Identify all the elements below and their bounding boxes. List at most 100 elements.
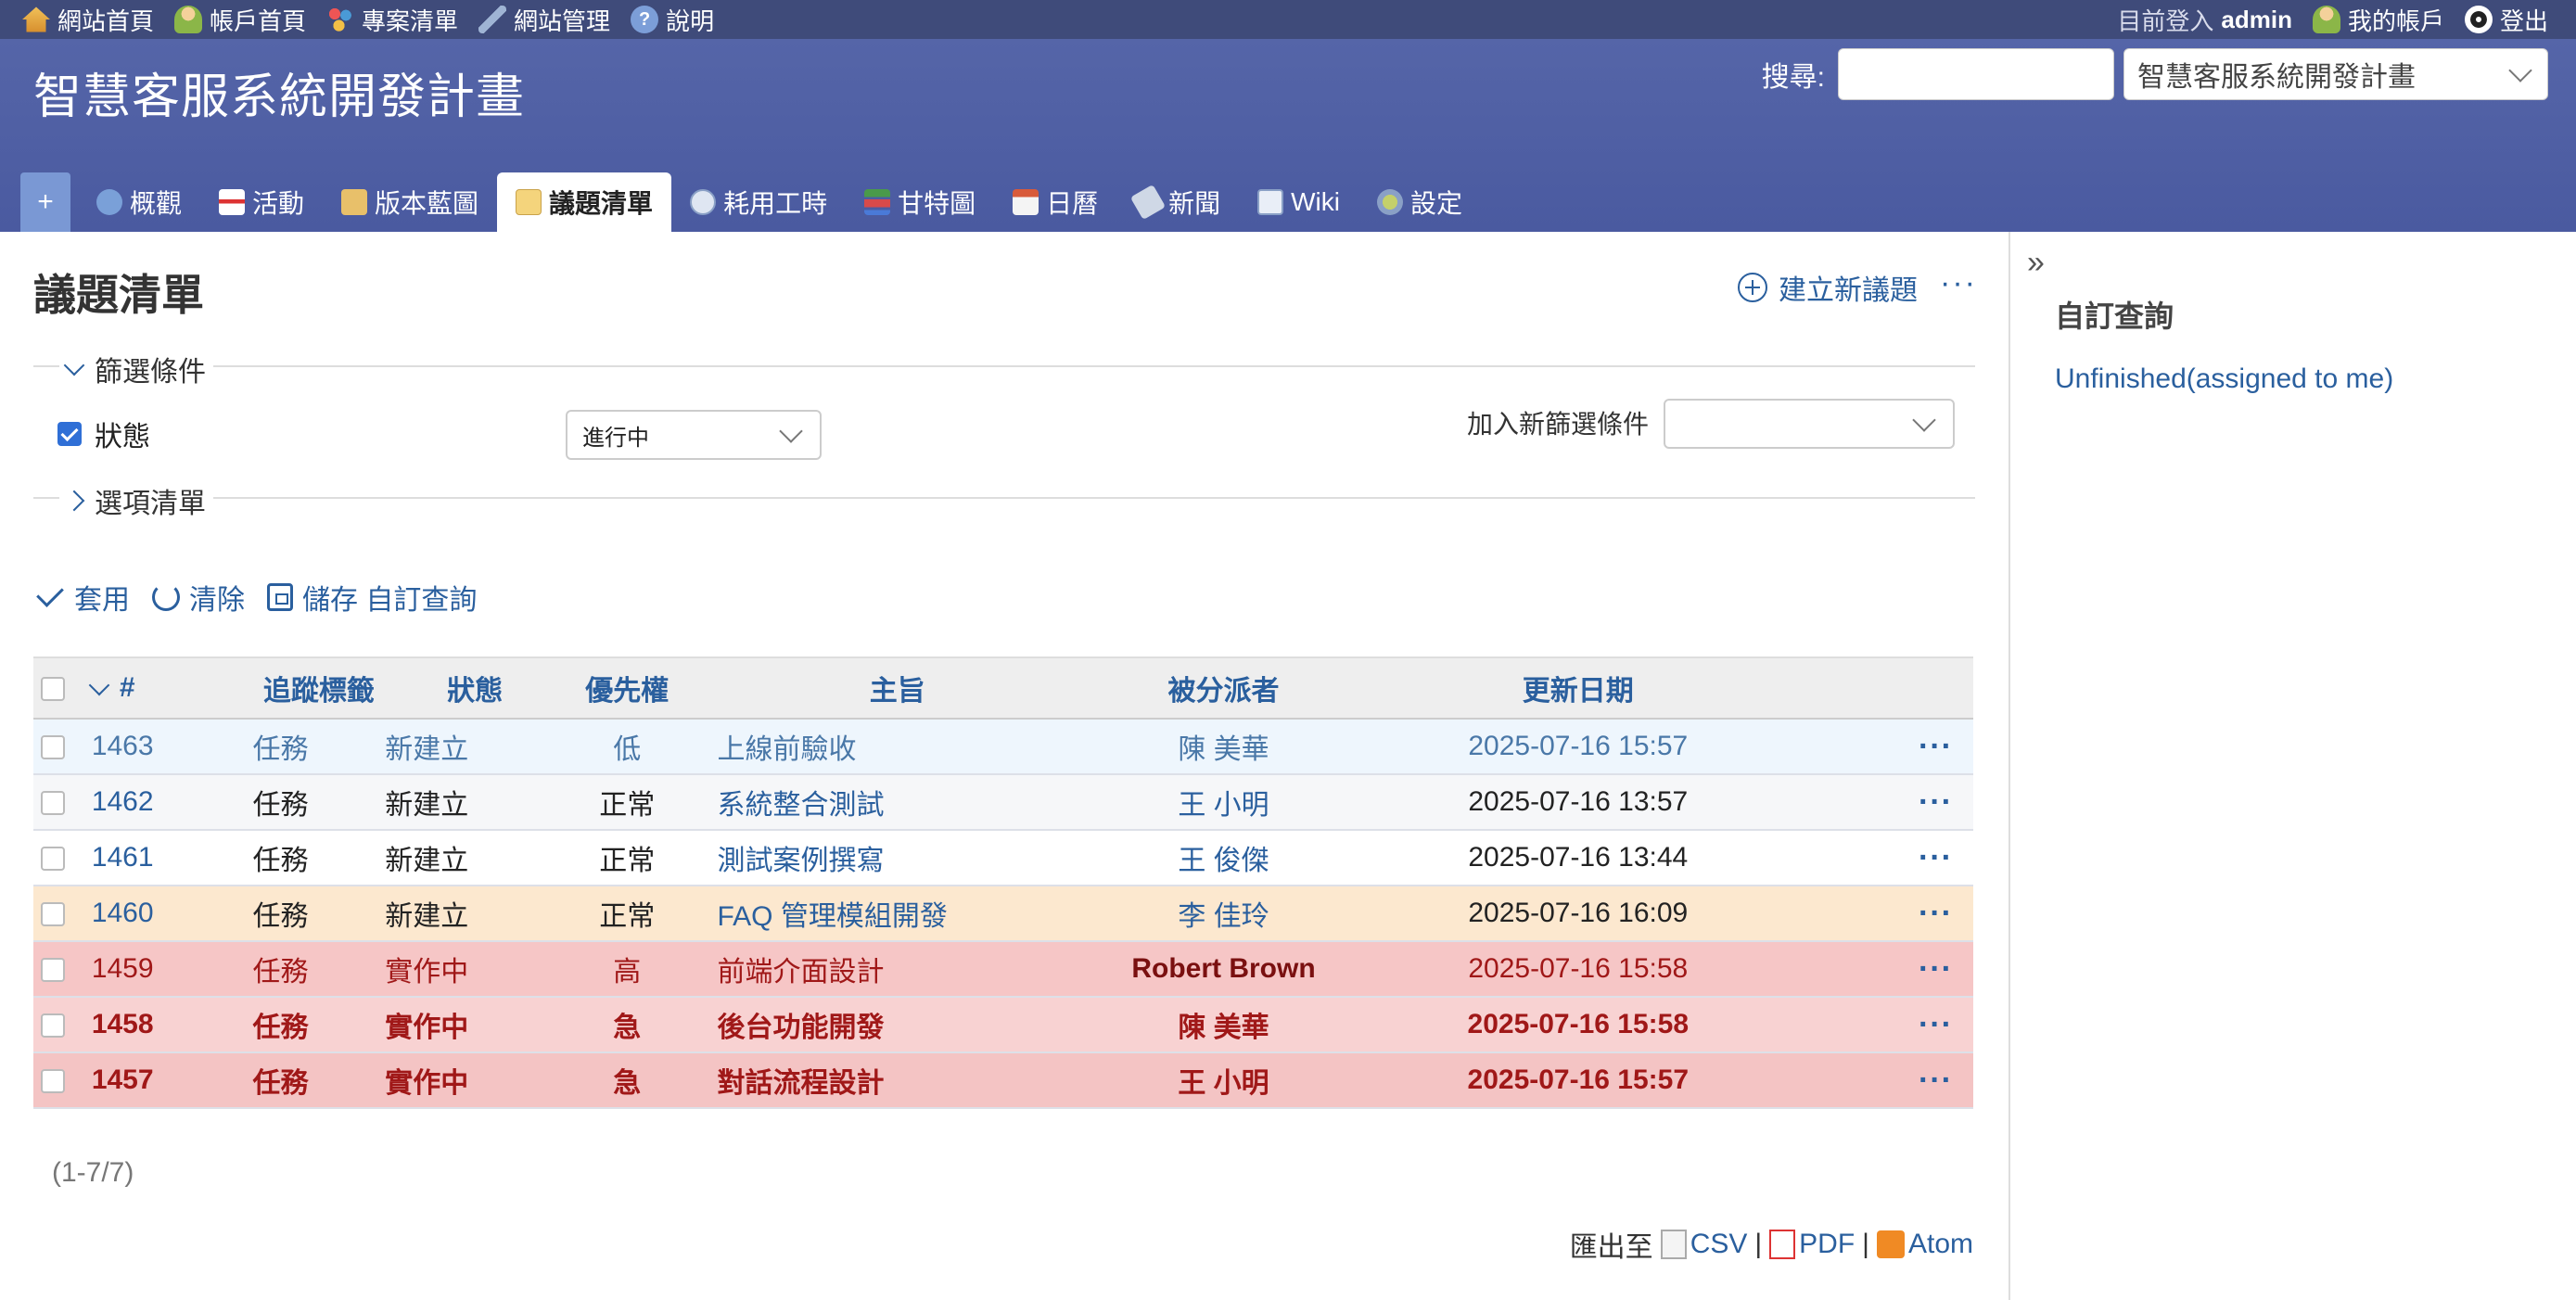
status-operator-select[interactable]: 進行中 <box>566 410 822 460</box>
row-actions-button[interactable]: ··· <box>1815 941 1973 997</box>
tab-roadmap[interactable]: 版本藍圖 <box>323 172 497 232</box>
tab-news[interactable]: 新聞 <box>1116 172 1239 232</box>
sidebar-toggle-button[interactable]: » <box>2027 245 2045 281</box>
tab-settings[interactable]: 設定 <box>1358 172 1481 232</box>
issue-subject-link[interactable]: 前端介面設計 <box>690 941 1106 997</box>
issue-id-link[interactable]: 1459 <box>73 941 253 997</box>
issue-updated[interactable]: 2025-07-16 16:09 <box>1342 886 1815 941</box>
tab-new-object[interactable]: + <box>20 172 70 232</box>
row-checkbox[interactable] <box>33 941 73 997</box>
new-issue-link[interactable]: 建立新議題 <box>1738 267 1918 308</box>
issue-id-link[interactable]: 1460 <box>73 886 253 941</box>
issue-subject-link[interactable]: 系統整合測試 <box>690 774 1106 830</box>
row-actions-button[interactable]: ··· <box>1815 997 1973 1052</box>
row-actions-button[interactable]: ··· <box>1815 830 1973 886</box>
table-row[interactable]: 1462 任務 新建立 正常 系統整合測試王 小明 2025-07-16 13:57 ··· <box>33 774 1973 830</box>
tab-calendar[interactable]: 日曆 <box>994 172 1116 232</box>
status-filter-checkbox[interactable] <box>57 422 82 446</box>
top-link-logout[interactable]: 登出 <box>2464 3 2548 37</box>
tab-issues[interactable]: 議題清單 <box>497 172 672 232</box>
add-filter-select[interactable] <box>1664 399 1955 449</box>
row-checkbox[interactable] <box>33 774 73 830</box>
table-row[interactable]: 1460 任務 新建立 正常 FAQ 管理模組開發李 佳玲 2025-07-16 16:0… <box>33 886 1973 941</box>
column-header-assignee[interactable]: 被分派者 <box>1105 656 1342 720</box>
activity-icon <box>219 189 246 215</box>
row-checkbox[interactable] <box>33 719 73 774</box>
top-link-home[interactable]: 網站首頁 <box>22 3 154 37</box>
row-checkbox[interactable] <box>33 886 73 941</box>
column-header-subject[interactable]: 主旨 <box>689 656 1106 720</box>
sidebar-query-link[interactable]: Unfinished(assigned to me) <box>2055 363 2393 395</box>
issue-assignee-link[interactable]: 王 小明 <box>1105 1052 1342 1108</box>
issue-updated[interactable]: 2025-07-16 15:57 <box>1342 719 1815 774</box>
row-checkbox[interactable] <box>33 997 73 1052</box>
issue-updated[interactable]: 2025-07-16 15:58 <box>1342 997 1815 1052</box>
issue-subject-link[interactable]: FAQ 管理模組開發 <box>690 886 1106 941</box>
row-checkbox[interactable] <box>33 830 73 886</box>
search-input[interactable] <box>1838 48 2114 100</box>
row-actions-button[interactable]: ··· <box>1815 886 1973 941</box>
row-actions-button[interactable]: ··· <box>1815 774 1973 830</box>
export-separator: | <box>1754 1229 1763 1259</box>
issue-status: 新建立 <box>385 734 469 765</box>
column-header-id[interactable]: # <box>72 656 253 720</box>
issue-id-link[interactable]: 1462 <box>73 774 253 830</box>
top-link-projects[interactable]: 專案清單 <box>326 3 458 37</box>
table-row[interactable]: 1461 任務 新建立 正常 測試案例撰寫王 俊傑 2025-07-16 13:44 ··· <box>33 830 1973 886</box>
row-actions-button[interactable]: ··· <box>1815 1052 1973 1108</box>
clear-button[interactable]: 清除 <box>152 577 245 618</box>
sidebar: » 自訂查詢 Unfinished(assigned to me) <box>2009 232 2576 1300</box>
tab-time-entries[interactable]: 耗用工時 <box>671 172 846 232</box>
options-legend[interactable]: 選項清單 <box>59 480 213 521</box>
issue-subject-link[interactable]: 上線前驗收 <box>690 719 1106 774</box>
top-link-my-page[interactable]: 帳戶首頁 <box>174 3 306 37</box>
export-csv-link[interactable]: CSV <box>1660 1229 1747 1260</box>
issue-subject-link[interactable]: 測試案例撰寫 <box>690 830 1106 886</box>
issue-assignee-link[interactable]: 陳 美華 <box>1105 719 1342 774</box>
issue-assignee-link[interactable]: 李 佳玲 <box>1105 886 1342 941</box>
issue-updated[interactable]: 2025-07-16 15:58 <box>1342 941 1815 997</box>
issue-assignee-link[interactable]: Robert Brown <box>1105 941 1342 997</box>
apply-button[interactable]: 套用 <box>36 577 130 618</box>
issue-assignee-link[interactable]: 陳 美華 <box>1105 997 1342 1052</box>
issue-id-link[interactable]: 1457 <box>73 1052 253 1108</box>
table-row[interactable]: 1458 任務 實作中 急 後台功能開發陳 美華 2025-07-16 15:58 ··· <box>33 997 1973 1052</box>
top-link-my-account[interactable]: 我的帳戶 <box>2312 3 2444 37</box>
issue-updated[interactable]: 2025-07-16 15:57 <box>1342 1052 1815 1108</box>
export-pdf-link[interactable]: PDF <box>1769 1229 1855 1260</box>
column-header-priority[interactable]: 優先權 <box>564 656 690 720</box>
issue-assignee-link[interactable]: 王 俊傑 <box>1105 830 1342 886</box>
more-actions-button[interactable]: ··· <box>1940 265 1977 301</box>
select-all-checkbox[interactable] <box>33 656 73 720</box>
issue-id-link[interactable]: 1461 <box>73 830 253 886</box>
top-link-help[interactable]: ? 說明 <box>631 3 714 37</box>
table-row[interactable]: 1459 任務 實作中 高 前端介面設計 Robert Brown 2025-07-16 1… <box>33 941 1973 997</box>
column-header-tracker[interactable]: 追蹤標籤 <box>252 656 386 720</box>
project-jump-select[interactable]: 智慧客服系統開發計畫 <box>2123 48 2548 100</box>
issue-updated[interactable]: 2025-07-16 13:57 <box>1342 774 1815 830</box>
search-label: 搜尋: <box>1761 62 1825 93</box>
issue-assignee-link[interactable]: 王 小明 <box>1105 774 1342 830</box>
table-row[interactable]: 1463 任務 新建立 低 上線前驗收陳 美華 2025-07-16 15:57 ··· <box>33 719 1973 774</box>
table-row[interactable]: 1457 任務 實作中 急 對話流程設計王 小明 2025-07-16 15:57 ··· <box>33 1052 1973 1108</box>
issue-id-link[interactable]: 1458 <box>73 997 253 1052</box>
export-atom-link[interactable]: Atom <box>1876 1229 1973 1260</box>
row-actions-button[interactable]: ··· <box>1815 719 1973 774</box>
export-links: 匯出至 CSV | PDF | Atom <box>1570 1224 1973 1265</box>
tab-gantt[interactable]: 甘特圖 <box>846 172 994 232</box>
top-link-admin[interactable]: 網站管理 <box>478 3 610 37</box>
tab-wiki[interactable]: Wiki <box>1239 172 1358 232</box>
tab-activity[interactable]: 活動 <box>200 172 323 232</box>
column-header-updated[interactable]: 更新日期 <box>1341 656 1815 720</box>
filters-legend[interactable]: 篩選條件 <box>59 349 213 389</box>
tab-overview[interactable]: 概觀 <box>78 172 200 232</box>
issue-subject-link[interactable]: 後台功能開發 <box>690 997 1106 1052</box>
issue-id-link[interactable]: 1463 <box>73 719 253 774</box>
save-query-button[interactable]: 儲存 自訂查詢 <box>267 577 477 618</box>
issue-subject-link[interactable]: 對話流程設計 <box>690 1052 1106 1108</box>
row-checkbox[interactable] <box>33 1052 73 1108</box>
logged-in-user[interactable]: admin <box>2221 6 2292 34</box>
issue-updated[interactable]: 2025-07-16 13:44 <box>1342 830 1815 886</box>
column-header-status[interactable]: 狀態 <box>385 656 565 720</box>
query-actions: 套用 清除 儲存 自訂查詢 <box>36 577 477 618</box>
